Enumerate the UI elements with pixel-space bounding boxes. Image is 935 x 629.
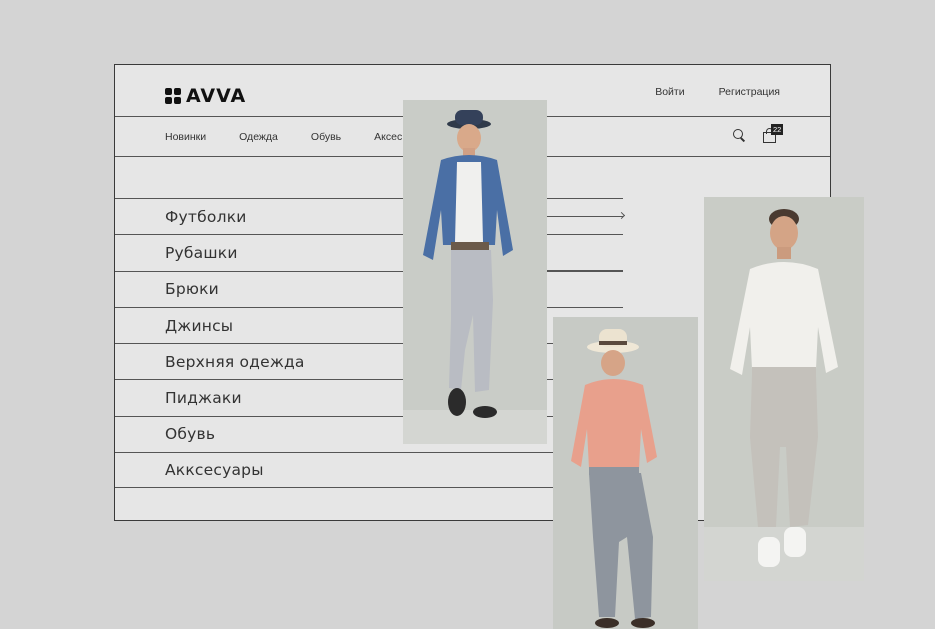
nav-item-clothing[interactable]: Одежда [239,131,278,143]
login-link[interactable]: Войти [655,86,684,98]
register-link[interactable]: Регистрация [719,86,780,98]
nav-item-shoes[interactable]: Обувь [311,131,341,143]
search-icon[interactable] [732,128,746,142]
auth-links: Войти Регистрация [655,86,780,98]
nav-item-accessories[interactable]: Аксес [374,131,402,143]
cart-icon[interactable]: 22 [762,124,784,144]
product-photo-white-shirt[interactable] [704,197,864,581]
logo-text: AVVA [186,85,247,107]
logo-mark-icon [165,88,181,104]
product-photo-blue-shirt[interactable] [403,100,547,444]
logo[interactable]: AVVA [165,85,246,107]
product-photo-pink-shirt[interactable] [553,317,698,629]
cart-count-badge: 22 [771,124,784,135]
nav-item-new[interactable]: Новинки [165,131,206,143]
category-accessories[interactable]: Акксесуары [115,452,623,489]
